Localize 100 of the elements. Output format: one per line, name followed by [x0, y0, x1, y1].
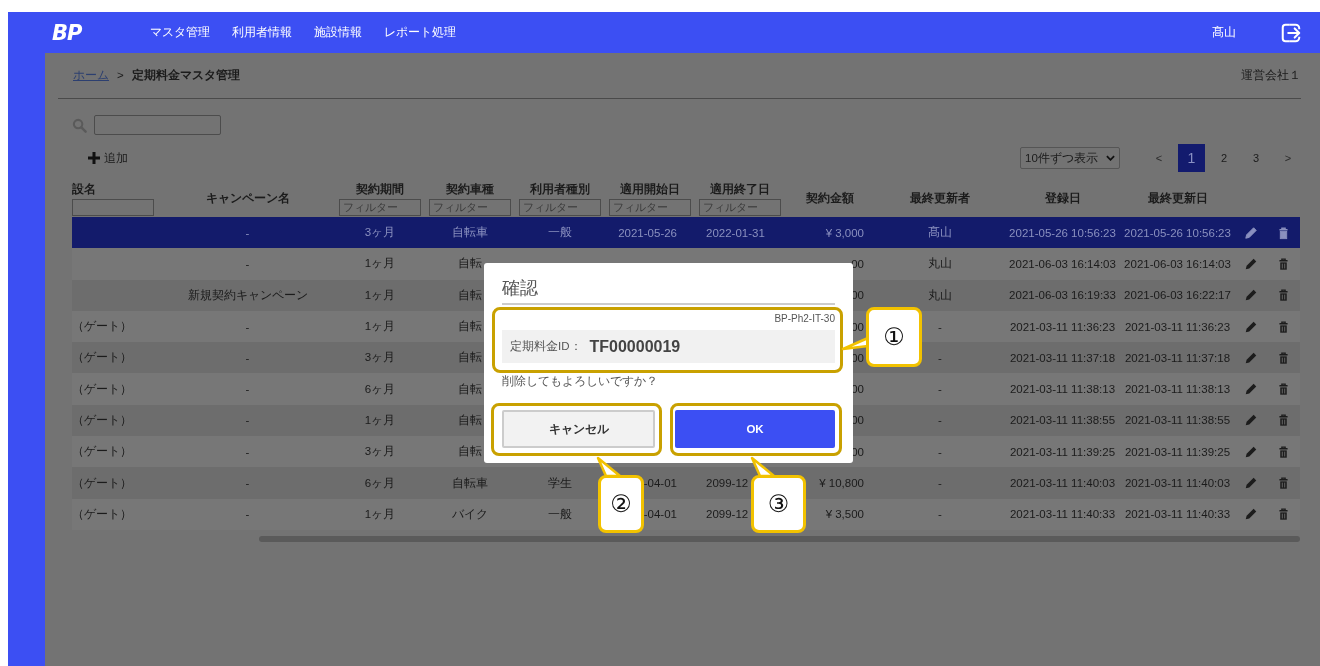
table-cell: 1ヶ月 [364, 256, 396, 272]
column-header: 契約車種 [446, 181, 494, 197]
screen-code: BP-Ph2-IT-30 [773, 313, 835, 324]
table-cell: - [245, 477, 250, 489]
table-cell: 6ヶ月 [364, 475, 396, 491]
table-cell: 2021-03-11 11:40:03 [1124, 477, 1231, 489]
callout: ③ [751, 475, 806, 533]
table-cell: 2021-03-11 11:40:03 [1009, 477, 1116, 489]
table-cell: 2099-12 [706, 477, 749, 489]
table-cell: ¥ 3,000 [825, 226, 864, 239]
table-cell: 2021-03-11 11:38:55 [1009, 414, 1116, 427]
table-cell: - [245, 351, 250, 364]
table-cell: 自転 [458, 381, 482, 397]
table-cell: 自転車 [452, 475, 488, 491]
table-cell: 自転 [458, 319, 482, 335]
table-cell: - [245, 320, 250, 333]
table-cell: （ゲート） [72, 412, 132, 428]
table-cell: 2021-03-11 11:38:13 [1124, 383, 1231, 396]
table-cell: - [938, 508, 942, 521]
table-cell: 丸山 [928, 287, 952, 303]
table-cell: 2021-03-11 11:38:13 [1009, 383, 1116, 396]
table-cell: （ゲート） [72, 350, 132, 366]
table-cell: 2021-03-11 11:39:25 [1124, 445, 1231, 458]
table-cell: - [245, 226, 250, 239]
table-cell: 自転 [458, 412, 482, 428]
table-cell: 3ヶ月 [364, 225, 396, 241]
table-cell: 自転 [458, 350, 482, 366]
table-cell: （ゲート） [72, 444, 132, 460]
table-cell: 2099-12 [706, 508, 749, 521]
table-cell: 一般 [548, 506, 572, 522]
table-cell: 自転 [458, 256, 482, 272]
column-header: 契約金額 [806, 191, 854, 206]
table-cell: （ゲート） [72, 475, 132, 491]
table-cell: （ゲート） [72, 506, 132, 522]
table-cell: 3ヶ月 [364, 350, 396, 366]
company-name: 運営会社１ [1241, 68, 1301, 83]
table-cell: 一般 [548, 225, 572, 241]
table-cell: - [245, 508, 250, 521]
table-cell: - [245, 445, 250, 458]
table-cell: - [938, 477, 942, 489]
table-cell: 1ヶ月 [364, 287, 396, 303]
table-cell: （ゲート） [72, 319, 132, 335]
column-header: 最終更新日 [1147, 191, 1208, 206]
column-header: 適用開始日 [620, 181, 680, 197]
table-cell: 2021-03-11 11:39:25 [1009, 445, 1116, 458]
table-cell: 2021-03-11 11:38:55 [1124, 414, 1231, 427]
table-cell: - [938, 414, 942, 427]
table-cell: 2021-06-03 16:19:33 [1009, 289, 1116, 302]
table-cell: - [938, 445, 942, 458]
table-cell: 新規契約キャンペーン [187, 287, 308, 303]
table-cell: 2021-06-03 16:14:03 [1124, 257, 1231, 270]
table-cell: 00 [851, 257, 864, 270]
table-cell: 1ヶ月 [364, 506, 396, 522]
table-cell: 2021-03-11 11:36:23 [1009, 320, 1116, 333]
table-cell: 2021-03-11 11:40:33 [1009, 508, 1116, 521]
table-cell: バイク [452, 506, 488, 522]
table-cell: - [245, 414, 250, 427]
table-cell: 丸山 [928, 256, 952, 272]
table-cell: -04-01 [643, 477, 677, 489]
table-cell: 2022-01-31 [706, 226, 765, 239]
table-cell: 髙山 [928, 225, 952, 241]
table-cell: 2021-05-26 [618, 226, 677, 239]
callout: ① [866, 307, 922, 367]
dialog-title: 確認 [502, 277, 835, 305]
table-cell: 1ヶ月 [364, 319, 396, 335]
table-cell: 自転 [458, 287, 482, 303]
table-cell: - [938, 320, 942, 333]
id-value: TF00000019 [589, 337, 681, 356]
column-header: 登録日 [1044, 191, 1081, 206]
table-cell: 3ヶ月 [364, 444, 396, 460]
table-cell: - [245, 383, 250, 396]
column-header: キャンペーン名 [205, 191, 290, 206]
table-cell: 1ヶ月 [364, 412, 396, 428]
table-cell: 学生 [548, 475, 572, 491]
column-header: 適用終了日 [710, 181, 770, 197]
table-cell: 2021-03-11 11:36:23 [1124, 320, 1231, 333]
table-cell: 2021-06-03 16:22:17 [1124, 289, 1231, 302]
table-cell: 2021-05-26 10:56:23 [1009, 226, 1116, 239]
column-header: 利用者種別 [530, 181, 590, 197]
column-header: 設名 [72, 181, 96, 197]
table-cell: 自転車 [452, 225, 488, 241]
breadcrumb-current: 定期料金マスタ管理 [131, 69, 240, 81]
id-label: 定期料金ID： [510, 339, 582, 354]
table-cell: 2021-03-11 11:40:33 [1124, 508, 1231, 521]
table-cell: ¥ 10,800 [819, 477, 864, 489]
table-cell: -04-01 [643, 508, 677, 521]
column-header: 最終更新者 [910, 191, 970, 206]
table-cell: 2021-05-26 10:56:23 [1124, 226, 1231, 239]
table-cell: ¥ 3,500 [825, 508, 864, 521]
table-cell: 6ヶ月 [364, 381, 396, 397]
table-cell: （ゲート） [72, 381, 132, 397]
table-cell: 2021-03-11 11:37:18 [1009, 351, 1116, 364]
table-cell: 2021-06-03 16:14:03 [1009, 257, 1116, 270]
table-cell: 自転 [458, 444, 482, 460]
table-cell: - [938, 383, 942, 396]
dialog-message: 削除してもよろしいですか？ [502, 375, 659, 388]
table-cell: - [938, 351, 942, 364]
column-header: 契約期間 [356, 181, 404, 197]
user-name: 髙山 [1212, 24, 1236, 41]
table-cell: 2021-03-11 11:37:18 [1124, 351, 1231, 364]
